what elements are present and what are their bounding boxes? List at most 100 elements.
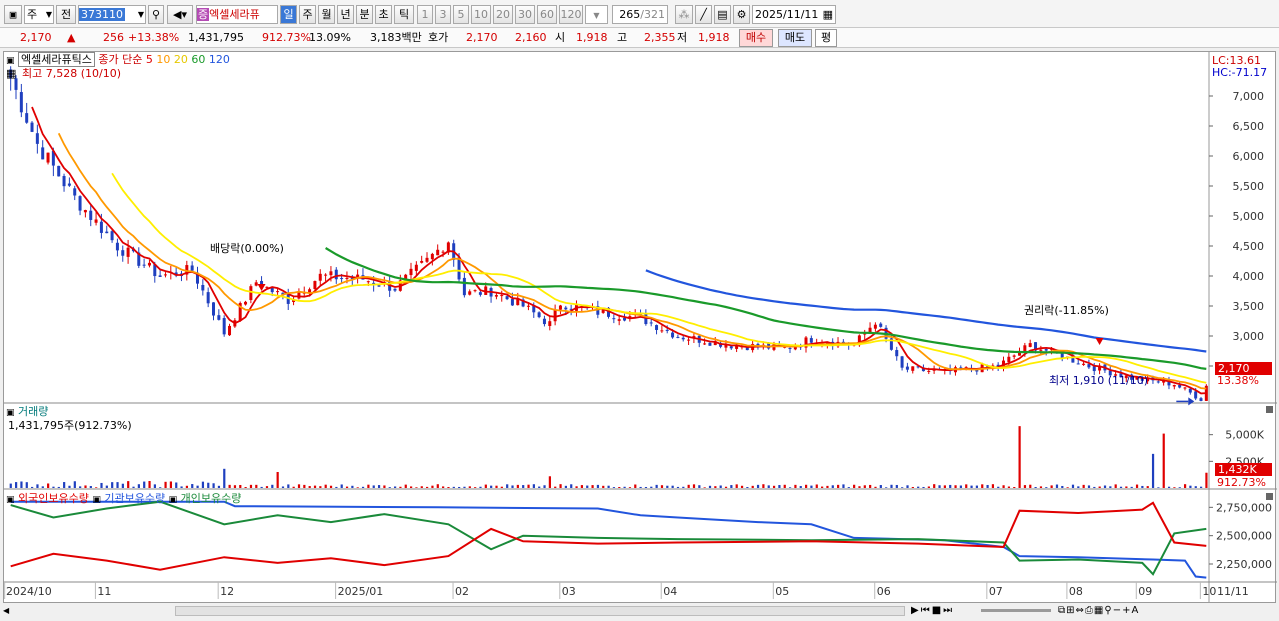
count-total: /321: [640, 8, 665, 21]
save-icon[interactable]: ▤: [714, 5, 731, 24]
skip-forward-icon[interactable]: ⏭: [943, 605, 954, 616]
date-field[interactable]: 2025/11/11 ▦: [752, 5, 836, 24]
volume-bar: [724, 486, 728, 488]
sell-button[interactable]: 매도: [778, 29, 812, 47]
tab-tick[interactable]: 틱: [394, 5, 414, 24]
fit-icon[interactable]: ⇔: [1076, 605, 1085, 616]
stop-icon[interactable]: ■: [932, 605, 943, 616]
volume-info: 1,431,795주(912.73%): [8, 419, 132, 432]
ma-line-120: [645, 269, 1207, 353]
volume-bar: [740, 485, 744, 488]
tab-minute[interactable]: 분: [356, 5, 373, 24]
zoom-slider[interactable]: [981, 609, 1051, 612]
volume-bar: [986, 484, 989, 488]
count-field[interactable]: 265/321: [612, 5, 668, 24]
buy-button[interactable]: 매수: [739, 29, 773, 47]
interval-1-button[interactable]: 1: [417, 5, 433, 24]
dividend-annotation: 배당락(0.00%): [210, 242, 284, 255]
print-icon[interactable]: ⎙: [1085, 605, 1094, 616]
draw-line-icon[interactable]: ╱: [695, 5, 712, 24]
volume-bar: [559, 484, 562, 488]
copy-icon[interactable]: ⧉: [1058, 605, 1066, 616]
high-annotation: 최고 7,528 (10/10): [22, 67, 122, 80]
play-icon[interactable]: ▶: [911, 605, 921, 616]
skip-back-icon[interactable]: ⏮: [921, 605, 932, 616]
font-size-icon[interactable]: A: [1131, 605, 1139, 616]
candle-body: [244, 301, 248, 305]
window-menu-icon[interactable]: ▣: [4, 5, 22, 24]
candle-body: [30, 122, 34, 132]
candle-body: [57, 165, 61, 177]
search-icon[interactable]: ⚲: [148, 5, 164, 24]
grid-icon[interactable]: ▦: [1094, 605, 1104, 616]
volume-bar: [933, 484, 936, 488]
volume-bar: [1050, 485, 1053, 488]
minus-icon[interactable]: −: [1113, 605, 1122, 616]
volume-bar: [1071, 484, 1075, 488]
volume-bar: [431, 485, 434, 488]
legend-stock-name[interactable]: 엑셀세라퓨틱스: [18, 52, 95, 67]
x-axis-label: 07: [989, 585, 1003, 598]
interval-20-button[interactable]: 20: [493, 5, 513, 24]
stock-name-label: 엑셀세라퓨: [209, 8, 260, 21]
stock-name-field[interactable]: 증엑셀세라퓨: [196, 5, 278, 24]
interval-3-button[interactable]: 3: [435, 5, 451, 24]
layout-icon[interactable]: ⊞: [1066, 605, 1075, 616]
candle-body: [1076, 363, 1080, 365]
gear-icon[interactable]: ⚙: [733, 5, 750, 24]
legend-ma-20: 20: [173, 53, 188, 66]
grid-icon[interactable]: ▦: [6, 67, 16, 80]
candle-body: [99, 221, 103, 233]
x-axis-label: 11: [97, 585, 111, 598]
interval-60-button[interactable]: 60: [537, 5, 557, 24]
zoom-icon[interactable]: ⚲: [1104, 605, 1112, 616]
legend-square-icon: ▣: [6, 56, 15, 66]
crosshair-icon[interactable]: ⁂: [675, 5, 693, 24]
legend-ma-10: 10: [156, 53, 171, 66]
volume-bar: [345, 486, 349, 488]
tab-day[interactable]: 일: [280, 5, 297, 24]
candle-body: [345, 277, 349, 279]
interval-10-button[interactable]: 10: [471, 5, 491, 24]
tab-year[interactable]: 년: [337, 5, 354, 24]
volume-bar: [1098, 486, 1101, 488]
volume-bar: [821, 486, 824, 488]
volume-bar: [554, 486, 557, 488]
chart-area[interactable]: 2,5003,0003,5004,0004,5005,0005,5006,000…: [3, 51, 1277, 604]
candle-body: [35, 133, 39, 144]
interval-5-button[interactable]: 5: [453, 5, 469, 24]
chart-tools[interactable]: ⧉⊞⇔⎙▦⚲−+A: [1058, 603, 1139, 619]
scrollbar-thumb[interactable]: [175, 606, 905, 616]
period-select[interactable]: 주 ▼: [24, 5, 54, 24]
tab-second[interactable]: 초: [375, 5, 392, 24]
volume-bar: [911, 486, 914, 488]
volume-value: 1,431,795: [188, 31, 244, 44]
scroll-left-icon[interactable]: ◀: [3, 605, 13, 617]
candle-body: [158, 275, 162, 277]
high-price: 2,355: [644, 31, 676, 44]
volume-bar: [954, 485, 957, 488]
candle-body: [457, 257, 461, 280]
interval-dropdown[interactable]: ▼: [585, 5, 608, 24]
volume-bar: [586, 485, 589, 488]
interval-30-button[interactable]: 30: [515, 5, 535, 24]
chart-canvas[interactable]: 2,5003,0003,5004,0004,5005,0005,5006,000…: [4, 52, 1277, 604]
navigation-controls[interactable]: ▶⏮■⏭: [911, 603, 954, 619]
volume-bar: [335, 486, 338, 488]
stock-code-field[interactable]: 373110 ▼: [78, 5, 146, 24]
holdings-tick-label: 2,500,000: [1216, 530, 1272, 543]
speaker-icon[interactable]: ◀▾: [167, 5, 193, 24]
volume-bar: [20, 481, 23, 488]
candle-body: [366, 281, 370, 283]
prev-button[interactable]: 전: [56, 5, 76, 24]
volume-bar: [831, 485, 834, 488]
eval-button[interactable]: 평: [815, 29, 837, 47]
volume-bar: [25, 482, 28, 488]
volume-bar: [735, 484, 738, 488]
volume-bar: [1130, 486, 1133, 488]
tab-week[interactable]: 주: [299, 5, 316, 24]
volume-bar: [495, 485, 498, 488]
interval-120-button[interactable]: 120: [559, 5, 583, 24]
candle-body: [1156, 381, 1160, 383]
tab-month[interactable]: 월: [318, 5, 335, 24]
